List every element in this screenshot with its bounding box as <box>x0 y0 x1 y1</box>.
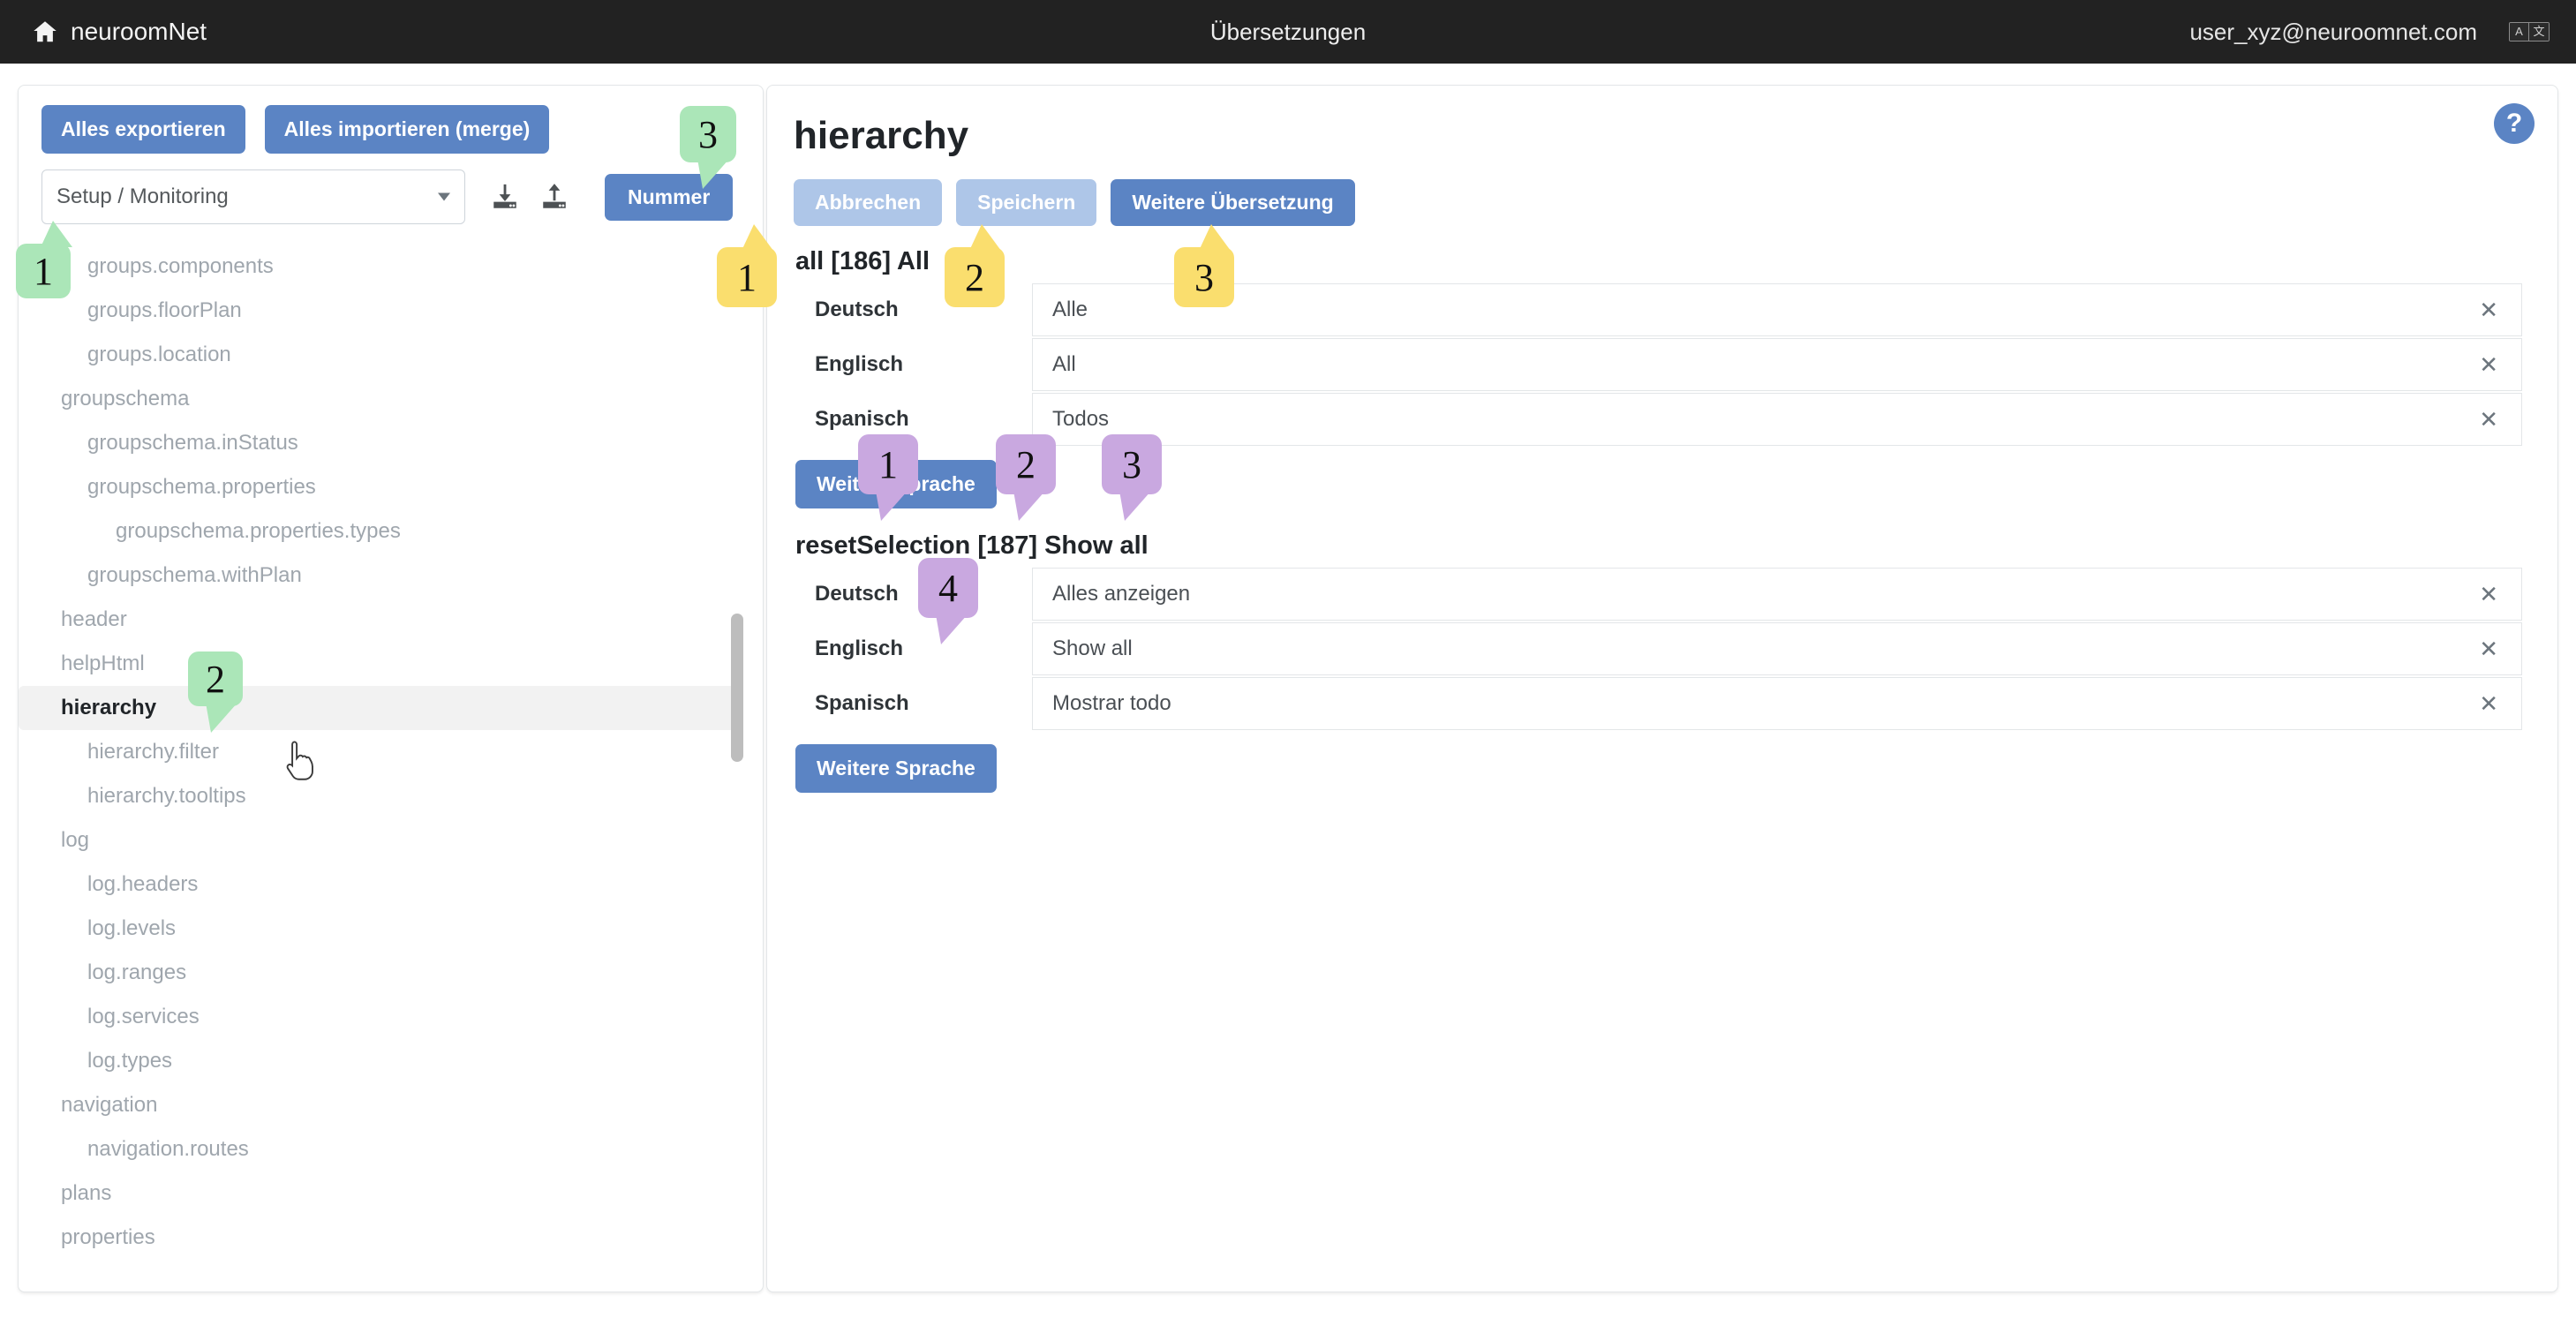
clear-icon[interactable]: ✕ <box>2479 408 2498 431</box>
language-label: Deutsch <box>815 582 899 606</box>
language-label: Spanisch <box>815 691 909 715</box>
language-switch-icon[interactable]: A 文 <box>2509 22 2550 41</box>
tree-item[interactable]: navigation.routes <box>19 1127 763 1171</box>
translation-input-value: Alles anzeigen <box>1052 582 1191 606</box>
tree-item[interactable]: groups.location <box>19 333 763 377</box>
language-label: Englisch <box>815 352 904 376</box>
home-icon <box>32 19 58 45</box>
help-icon[interactable]: ? <box>2494 103 2535 144</box>
tree-item[interactable]: properties <box>19 1216 763 1260</box>
right-panel: ? hierarchy Abbrechen Speichern Weitere … <box>766 85 2558 1292</box>
sidebar-scrollbar-thumb[interactable] <box>731 614 743 762</box>
scope-select[interactable]: Setup / Monitoring <box>41 169 465 224</box>
top-bar: neuroomNet Übersetzungen user_xyz@neuroo… <box>0 0 2576 64</box>
tree-item[interactable]: header <box>19 598 763 642</box>
entry-header: resetSelection [187] Show all <box>795 531 1149 560</box>
tree-item[interactable]: groupschema.properties.types <box>19 509 763 554</box>
translation-row: Spanisch Mostrar todo ✕ <box>794 677 2522 730</box>
upload-icon[interactable] <box>539 182 569 212</box>
translation-input[interactable]: Alles anzeigen ✕ <box>1032 568 2522 621</box>
tree-item[interactable]: log.types <box>19 1039 763 1083</box>
tree-item[interactable]: plans <box>19 1171 763 1216</box>
translation-input-value: Alle <box>1052 297 1088 321</box>
tree-item[interactable]: helpHtml <box>19 642 763 686</box>
right-panel-actions: Abbrechen Speichern Weitere Übersetzung <box>794 179 2522 226</box>
language-switch-latin: A <box>2510 23 2529 41</box>
language-label: Spanisch <box>815 407 909 431</box>
translation-input[interactable]: All ✕ <box>1032 338 2522 391</box>
clear-icon[interactable]: ✕ <box>2479 637 2498 660</box>
entry-group-title: hierarchy <box>794 114 969 157</box>
import-all-button[interactable]: Alles importieren (merge) <box>264 105 550 154</box>
user-email[interactable]: user_xyz@neuroomnet.com <box>2189 19 2477 46</box>
translation-row: Englisch All ✕ <box>794 338 2522 391</box>
clear-icon[interactable]: ✕ <box>2479 583 2498 606</box>
import-export-icons <box>490 182 569 212</box>
clear-icon[interactable]: ✕ <box>2479 298 2498 321</box>
brand-label: neuroomNet <box>71 18 207 45</box>
topbar-right: user_xyz@neuroomnet.com A 文 <box>2189 0 2550 64</box>
language-switch-other: 文 <box>2529 23 2549 41</box>
clear-icon[interactable]: ✕ <box>2479 692 2498 715</box>
tree-item[interactable]: groupschema.properties <box>19 465 763 509</box>
sidebar-scrollbar[interactable] <box>731 245 743 1283</box>
translation-input-value: Todos <box>1052 407 1110 431</box>
tree-item[interactable]: groups.components <box>19 245 763 289</box>
translation-input[interactable]: Mostrar todo ✕ <box>1032 677 2522 730</box>
tree-item[interactable]: groupschema.inStatus <box>19 421 763 465</box>
add-language-button[interactable]: Weitere Sprache <box>795 460 997 508</box>
left-panel: Alles exportieren Alles importieren (mer… <box>18 85 764 1292</box>
translation-row: Englisch Show all ✕ <box>794 622 2522 675</box>
nummer-button[interactable]: Nummer <box>605 173 734 221</box>
tree-item[interactable]: groupschema.withPlan <box>19 554 763 598</box>
cancel-button[interactable]: Abbrechen <box>794 179 943 226</box>
export-all-button[interactable]: Alles exportieren <box>41 105 245 154</box>
entry-header: all [186] All <box>795 247 930 275</box>
tree-item[interactable]: log.ranges <box>19 951 763 995</box>
translation-input-value: Mostrar todo <box>1052 691 1171 715</box>
scope-select-value: Setup / Monitoring <box>56 185 229 208</box>
tree-item[interactable]: log.headers <box>19 862 763 907</box>
tree-item[interactable]: hierarchy.tooltips <box>19 774 763 818</box>
translation-input[interactable]: Show all ✕ <box>1032 622 2522 675</box>
translation-input[interactable]: Todos ✕ <box>1032 393 2522 446</box>
save-button[interactable]: Speichern <box>956 179 1097 226</box>
translation-key-tree[interactable]: groups.components groups.floorPlan groups.… <box>19 245 763 1292</box>
tree-item[interactable]: log <box>19 818 763 862</box>
chevron-down-icon <box>438 192 450 201</box>
brand[interactable]: neuroomNet <box>32 18 207 46</box>
tree-item[interactable]: log.levels <box>19 907 763 951</box>
translation-input-value: All <box>1052 352 1076 376</box>
translation-entries: all [186] All Deutsch Alle ✕ Englisch All ✕ Spa… <box>794 247 2522 803</box>
tree-item[interactable]: groups.floorPlan <box>19 289 763 333</box>
add-language-button[interactable]: Weitere Sprache <box>795 744 997 793</box>
mouse-cursor-icon <box>283 739 320 785</box>
language-label: Deutsch <box>815 297 899 321</box>
translation-row: Deutsch Alle ✕ <box>794 283 2522 336</box>
clear-icon[interactable]: ✕ <box>2479 353 2498 376</box>
translation-input-value: Show all <box>1052 636 1133 660</box>
tree-item[interactable]: hierarchy.filter <box>19 730 763 774</box>
language-label: Englisch <box>815 636 904 660</box>
add-translation-button[interactable]: Weitere Übersetzung <box>1111 179 1355 226</box>
download-icon[interactable] <box>490 182 520 212</box>
translation-input[interactable]: Alle ✕ <box>1032 283 2522 336</box>
tree-item[interactable]: navigation <box>19 1083 763 1127</box>
translation-row: Spanisch Todos ✕ <box>794 393 2522 446</box>
left-panel-toolbar: Alles exportieren Alles importieren (mer… <box>19 86 763 224</box>
tree-item-selected[interactable]: hierarchy <box>19 686 738 730</box>
translation-row: Deutsch Alles anzeigen ✕ <box>794 568 2522 621</box>
tree-item[interactable]: groupschema <box>19 377 763 421</box>
tree-item[interactable]: log.services <box>19 995 763 1039</box>
